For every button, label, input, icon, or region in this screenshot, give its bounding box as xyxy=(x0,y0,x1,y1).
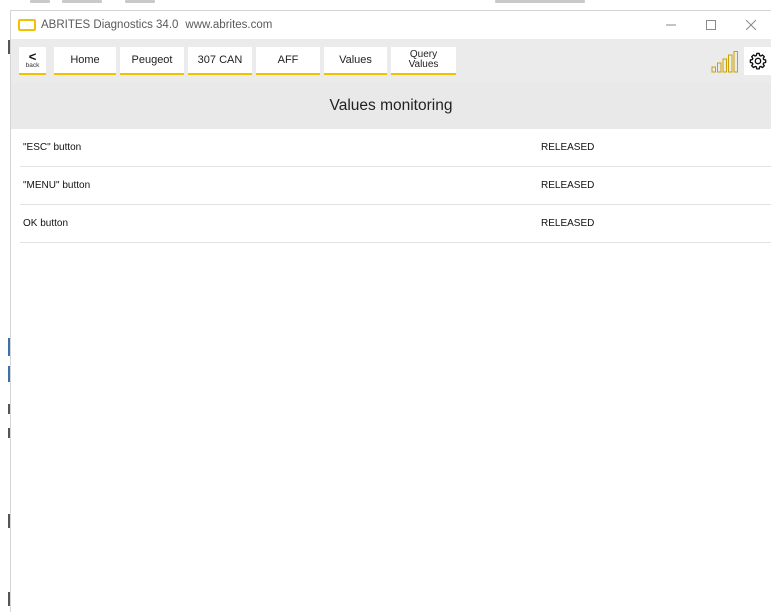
title-bar[interactable]: ABRITES Diagnostics 34.0 www.abrites.com xyxy=(11,11,771,39)
app-window: ABRITES Diagnostics 34.0 www.abrites.com … xyxy=(10,10,771,612)
breadcrumb-aff-button[interactable]: AFF xyxy=(256,47,320,75)
page-title: Values monitoring xyxy=(11,83,771,129)
settings-button[interactable] xyxy=(744,47,771,75)
maximize-icon xyxy=(706,20,716,30)
window-controls xyxy=(651,11,771,39)
abrites-logo-icon xyxy=(18,19,36,31)
query-values-label-line2: Values xyxy=(408,59,439,70)
breadcrumb-peugeot-button[interactable]: Peugeot xyxy=(120,47,184,75)
breadcrumb-home-button[interactable]: Home xyxy=(54,47,116,75)
value-status: RELEASED xyxy=(541,218,595,229)
navigation-toolbar: < back Home Peugeot 307 CAN AFF Values Q… xyxy=(11,39,771,83)
value-status: RELEASED xyxy=(541,142,595,153)
value-name: OK button xyxy=(23,218,69,229)
minimize-icon xyxy=(666,24,676,26)
breadcrumb-values-button[interactable]: Values xyxy=(324,47,387,75)
signal-strength-icon xyxy=(711,51,738,73)
back-arrow-icon: < xyxy=(28,49,37,64)
desktop-edge xyxy=(0,0,10,612)
maximize-button[interactable] xyxy=(691,11,731,39)
value-name: "ESC" button xyxy=(23,142,82,153)
gear-icon xyxy=(749,52,767,70)
app-title: ABRITES Diagnostics 34.0 xyxy=(41,19,179,31)
value-row-esc[interactable]: "ESC" button RELEASED xyxy=(20,129,771,167)
value-status: RELEASED xyxy=(541,180,595,191)
close-button[interactable] xyxy=(731,11,771,39)
desktop-background xyxy=(0,0,771,10)
value-row-ok[interactable]: OK button RELEASED xyxy=(20,205,771,243)
back-button[interactable]: < back xyxy=(19,47,46,75)
close-icon xyxy=(746,20,756,30)
value-row-menu[interactable]: "MENU" button RELEASED xyxy=(20,167,771,205)
breadcrumb-307-can-button[interactable]: 307 CAN xyxy=(188,47,252,75)
query-values-button[interactable]: Query Values xyxy=(391,47,456,75)
app-url: www.abrites.com xyxy=(185,19,273,31)
values-list: "ESC" button RELEASED "MENU" button RELE… xyxy=(20,129,771,243)
window-title: ABRITES Diagnostics 34.0 www.abrites.com xyxy=(41,19,272,31)
minimize-button[interactable] xyxy=(651,11,691,39)
value-name: "MENU" button xyxy=(23,180,91,191)
back-label: back xyxy=(25,62,40,69)
